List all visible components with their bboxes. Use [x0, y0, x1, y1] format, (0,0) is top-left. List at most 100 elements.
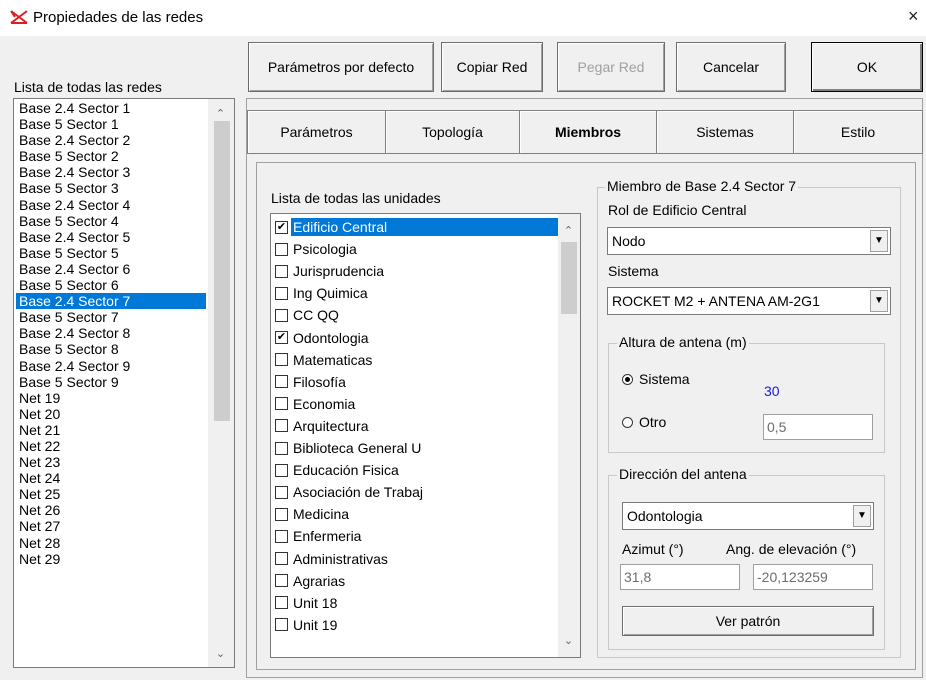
tab-sistemas[interactable]: Sistemas [656, 110, 794, 154]
elevation-input[interactable]: -20,123259 [753, 564, 873, 590]
network-list-item[interactable]: Base 2.4 Sector 4 [16, 197, 206, 213]
network-list-item[interactable]: Net 25 [16, 486, 206, 502]
ok-button[interactable]: OK [811, 42, 923, 92]
tab-miembros[interactable]: Miembros [519, 110, 657, 154]
network-list-item[interactable]: Base 5 Sector 5 [16, 245, 206, 261]
unit-list-item[interactable]: Filosofía [275, 372, 560, 392]
network-list-item[interactable]: Net 24 [16, 470, 206, 486]
checkbox-unchecked-icon[interactable] [275, 574, 288, 588]
unit-list-item[interactable]: Enfermeria [275, 526, 560, 546]
network-list-item[interactable]: Base 5 Sector 7 [16, 309, 206, 325]
unit-list-item[interactable]: Economia [275, 394, 560, 414]
scroll-down-icon[interactable]: ⌄ [212, 647, 229, 660]
networks-scroll-thumb[interactable] [214, 121, 230, 421]
checkbox-unchecked-icon[interactable] [275, 242, 288, 256]
network-list-item[interactable]: Net 19 [16, 390, 206, 406]
radio-unchecked-icon[interactable] [622, 416, 633, 428]
chevron-down-icon[interactable]: ▼ [853, 505, 871, 527]
network-list-item[interactable]: Base 2.4 Sector 8 [16, 325, 206, 341]
checkbox-unchecked-icon[interactable] [275, 529, 288, 543]
radio-sistema[interactable]: Sistema [622, 371, 690, 387]
network-list-item[interactable]: Net 28 [16, 535, 206, 551]
copy-network-button[interactable]: Copiar Red [441, 42, 543, 92]
networks-list[interactable]: Base 2.4 Sector 1 Base 5 Sector 1 Base 2.4… [13, 98, 235, 668]
checkbox-unchecked-icon[interactable] [275, 618, 288, 632]
chevron-down-icon[interactable]: ▼ [870, 230, 888, 252]
radio-checked-icon[interactable] [622, 373, 633, 385]
network-list-item[interactable]: Base 2.4 Sector 6 [16, 261, 206, 277]
network-list-item[interactable]: Net 26 [16, 502, 206, 518]
checkbox-unchecked-icon[interactable] [275, 507, 288, 521]
network-list-item[interactable]: Base 5 Sector 1 [16, 116, 206, 132]
view-pattern-button[interactable]: Ver patrón [622, 606, 874, 636]
network-list-item[interactable]: Net 27 [16, 518, 206, 534]
paste-network-button[interactable]: Pegar Red [557, 42, 665, 92]
unit-list-item[interactable]: Educación Fisica [275, 460, 560, 480]
unit-list-item[interactable]: Unit 18 [275, 593, 560, 613]
scroll-down-icon[interactable]: ⌄ [560, 634, 577, 647]
checkbox-unchecked-icon[interactable] [275, 419, 288, 433]
close-icon[interactable]: × [908, 6, 919, 27]
checkbox-checked-icon[interactable]: ✔ [275, 220, 288, 234]
checkbox-unchecked-icon[interactable] [275, 485, 288, 499]
checkbox-unchecked-icon[interactable] [275, 308, 288, 322]
checkbox-unchecked-icon[interactable] [275, 397, 288, 411]
unit-list-item[interactable]: ✔ Edificio Central [275, 217, 560, 237]
scroll-up-icon[interactable]: ⌃ [212, 107, 229, 120]
checkbox-unchecked-icon[interactable] [275, 353, 288, 367]
network-list-item[interactable]: Base 2.4 Sector 2 [16, 132, 206, 148]
default-parameters-button[interactable]: Parámetros por defecto [248, 42, 434, 92]
network-list-item[interactable]: Net 23 [16, 454, 206, 470]
network-list-item[interactable]: Base 5 Sector 4 [16, 213, 206, 229]
radio-otro[interactable]: Otro [622, 414, 666, 430]
network-list-item[interactable]: Base 5 Sector 9 [16, 374, 206, 390]
unit-list-item[interactable]: Asociación de Trabaj [275, 482, 560, 502]
tab-parametros[interactable]: Parámetros [247, 110, 386, 154]
unit-list-item[interactable]: Administrativas [275, 549, 560, 569]
network-list-item[interactable]: Base 5 Sector 3 [16, 180, 206, 196]
network-list-item[interactable]: Net 20 [16, 406, 206, 422]
checkbox-unchecked-icon[interactable] [275, 463, 288, 477]
units-list[interactable]: ✔ Edificio Central Psicologia Jurisprudenci… [270, 213, 581, 658]
network-list-item[interactable]: Base 2.4 Sector 9 [16, 358, 206, 374]
checkbox-checked-icon[interactable]: ✔ [275, 331, 288, 344]
chevron-down-icon[interactable]: ▼ [870, 290, 888, 312]
scroll-up-icon[interactable]: ⌃ [560, 224, 577, 237]
unit-list-item[interactable]: Ing Quimica [275, 283, 560, 303]
units-scroll-thumb[interactable] [561, 242, 577, 314]
other-height-input[interactable]: 0,5 [763, 414, 873, 440]
unit-list-item[interactable]: Medicina [275, 504, 560, 524]
tab-topologia[interactable]: Topología [385, 110, 520, 154]
unit-list-item[interactable]: Jurisprudencia [275, 261, 560, 281]
network-list-item[interactable]: Base 5 Sector 2 [16, 148, 206, 164]
tab-estilo[interactable]: Estilo [793, 110, 923, 154]
network-list-item[interactable]: Net 22 [16, 438, 206, 454]
unit-list-item[interactable]: Matematicas [275, 350, 560, 370]
checkbox-unchecked-icon[interactable] [275, 286, 288, 300]
units-scrollbar[interactable]: ⌃ ⌄ [558, 214, 580, 657]
network-list-item[interactable]: Net 29 [16, 551, 206, 567]
network-list-item[interactable]: Base 5 Sector 6 [16, 277, 206, 293]
unit-list-item[interactable]: Unit 19 [275, 615, 560, 635]
system-dropdown[interactable]: ROCKET M2 + ANTENA AM-2G1 ▼ [607, 287, 891, 315]
direction-target-dropdown[interactable]: Odontologia ▼ [622, 502, 874, 530]
unit-list-item[interactable]: CC QQ [275, 305, 560, 325]
checkbox-unchecked-icon[interactable] [275, 264, 288, 278]
azimuth-input[interactable]: 31,8 [620, 564, 740, 590]
unit-list-item[interactable]: Biblioteca General U [275, 438, 560, 458]
role-dropdown[interactable]: Nodo ▼ [607, 227, 891, 255]
network-list-item[interactable]: Net 21 [16, 422, 206, 438]
checkbox-unchecked-icon[interactable] [275, 552, 288, 565]
unit-list-item[interactable]: Arquitectura [275, 416, 560, 436]
unit-list-item[interactable]: Agrarias [275, 571, 560, 591]
network-list-item[interactable]: Base 2.4 Sector 5 [16, 229, 206, 245]
checkbox-unchecked-icon[interactable] [275, 441, 288, 455]
unit-list-item[interactable]: ✔ Odontologia [275, 328, 560, 348]
checkbox-unchecked-icon[interactable] [275, 596, 288, 610]
network-list-item[interactable]: Base 5 Sector 8 [16, 341, 206, 357]
network-list-item[interactable]: Base 2.4 Sector 7 [16, 293, 206, 310]
network-list-item[interactable]: Base 2.4 Sector 1 [16, 100, 206, 116]
cancel-button[interactable]: Cancelar [676, 42, 786, 92]
unit-list-item[interactable]: Psicologia [275, 239, 560, 259]
checkbox-unchecked-icon[interactable] [275, 375, 288, 389]
